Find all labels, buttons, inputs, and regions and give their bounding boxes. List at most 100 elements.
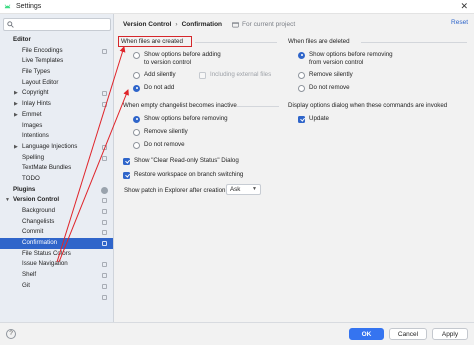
sidebar-item-live-templates[interactable]: Live Templates bbox=[0, 56, 113, 67]
sidebar-item-changelists[interactable]: Changelists bbox=[0, 217, 113, 228]
project-settings-icon bbox=[102, 155, 107, 161]
sidebar-item-inlay-hints[interactable]: ▶ Inlay Hints bbox=[0, 99, 113, 110]
checkbox[interactable] bbox=[123, 171, 130, 179]
empty-changelist-title: When empty changelist becomes inactive bbox=[123, 102, 237, 109]
radio-button[interactable] bbox=[298, 51, 305, 59]
sidebar-item-background[interactable]: Background bbox=[0, 206, 113, 217]
deleted-do-not-remove-radio[interactable]: Do not remove bbox=[298, 84, 350, 92]
changelist-remove-silently-radio[interactable]: Remove silently bbox=[133, 128, 188, 136]
sidebar-item-label: Confirmation bbox=[22, 239, 58, 247]
sidebar-item-label: Layout Editor bbox=[22, 78, 59, 86]
project-settings-icon bbox=[102, 294, 107, 300]
including-external-label: Including external files bbox=[210, 71, 272, 78]
project-icon bbox=[232, 21, 239, 27]
sidebar-item-todo[interactable]: TODO bbox=[0, 174, 113, 185]
project-scope-label: For current project bbox=[242, 20, 296, 28]
created-do-not-add-radio[interactable]: Do not add bbox=[133, 84, 174, 92]
deleted-remove-silently-radio[interactable]: Remove silently bbox=[298, 71, 353, 79]
sidebar-item-images[interactable]: Images bbox=[0, 121, 113, 132]
sidebar-item-file-encodings[interactable]: File Encodings bbox=[0, 46, 113, 57]
sidebar-item-label: Inlay Hints bbox=[22, 100, 51, 108]
settings-tree: Editor File Encodings Live Templates File T… bbox=[0, 35, 113, 303]
ok-button[interactable]: OK bbox=[349, 328, 384, 340]
sidebar-item-issue-navigation[interactable]: Issue Navigation bbox=[0, 259, 113, 270]
deleted-show-options-radio[interactable]: Show options before removing from version… bbox=[298, 51, 393, 66]
sidebar-item-plugins[interactable]: Plugins bbox=[0, 185, 113, 196]
chevron-down-icon[interactable]: ▼ bbox=[5, 195, 10, 206]
project-settings-icon bbox=[102, 230, 107, 236]
breadcrumb: Version Control › Confirmation For curre… bbox=[123, 18, 295, 30]
sidebar-item-editor[interactable]: Editor bbox=[0, 35, 113, 46]
deleted-show-options-label: Show options before removing from version… bbox=[309, 51, 393, 66]
sidebar-item-confirmation[interactable]: Confirmation bbox=[0, 238, 113, 249]
radio-button[interactable] bbox=[133, 141, 140, 149]
sidebar-item-layout-editor[interactable]: Layout Editor bbox=[0, 78, 113, 89]
project-scope-note: For current project bbox=[232, 21, 295, 28]
sidebar-item-spelling[interactable]: Spelling bbox=[0, 153, 113, 164]
title-bar: Settings ✕ bbox=[0, 0, 474, 14]
created-show-options-radio[interactable]: Show options before adding to version con… bbox=[133, 51, 221, 66]
breadcrumb-parent[interactable]: Version Control bbox=[123, 21, 171, 28]
close-icon[interactable]: ✕ bbox=[460, 1, 468, 12]
including-external-checkbox[interactable]: Including external files bbox=[199, 71, 271, 79]
chevron-right-icon[interactable]: ▶ bbox=[14, 99, 18, 110]
search-icon bbox=[7, 21, 14, 28]
clear-readonly-checkbox[interactable]: Show "Clear Read-only Status" Dialog bbox=[123, 157, 239, 165]
changelist-show-options-radio[interactable]: Show options before removing bbox=[133, 115, 228, 123]
checkbox[interactable] bbox=[199, 71, 206, 79]
checkbox[interactable] bbox=[123, 157, 130, 165]
patch-dropdown[interactable]: Ask ▼ bbox=[226, 184, 261, 195]
sidebar-item-intentions[interactable]: Intentions bbox=[0, 131, 113, 142]
checkbox[interactable] bbox=[298, 115, 305, 123]
help-icon[interactable]: ? bbox=[6, 329, 16, 339]
sidebar-item-label: TODO bbox=[22, 174, 40, 182]
radio-button[interactable] bbox=[133, 128, 140, 136]
sidebar-item-more[interactable] bbox=[0, 292, 113, 303]
empty-changelist-divider bbox=[237, 106, 279, 107]
sidebar-item-version-control[interactable]: ▼ Version Control bbox=[0, 195, 113, 206]
apply-button[interactable]: Apply bbox=[432, 328, 468, 340]
files-created-title: When files are created bbox=[121, 38, 183, 45]
reset-link[interactable]: Reset bbox=[451, 19, 468, 26]
chevron-right-icon[interactable]: ▶ bbox=[14, 110, 18, 121]
sidebar-item-label: File Encodings bbox=[22, 46, 63, 54]
created-add-silently-label: Add silently bbox=[144, 71, 176, 78]
chevron-right-icon[interactable]: ▶ bbox=[14, 142, 18, 153]
files-deleted-divider bbox=[361, 42, 467, 43]
sidebar-item-language-injections[interactable]: ▶ Language Injections bbox=[0, 142, 113, 153]
radio-button[interactable] bbox=[298, 84, 305, 92]
display-dialog-title: Display options dialog when these comman… bbox=[288, 102, 448, 109]
chevron-right-icon[interactable]: ▶ bbox=[14, 88, 18, 99]
project-settings-icon bbox=[102, 241, 107, 247]
sidebar-item-label: Copyright bbox=[22, 89, 49, 97]
sidebar-item-file-status-colors[interactable]: File Status Colors bbox=[0, 249, 113, 260]
sidebar-item-file-types[interactable]: File Types bbox=[0, 67, 113, 78]
changelist-show-options-label: Show options before removing bbox=[144, 115, 228, 122]
created-add-silently-radio[interactable]: Add silently bbox=[133, 71, 176, 79]
restore-workspace-label: Restore workspace on branch switching bbox=[134, 171, 244, 178]
sidebar-item-commit[interactable]: Commit bbox=[0, 227, 113, 238]
changelist-do-not-remove-radio[interactable]: Do not remove bbox=[133, 141, 185, 149]
sidebar-item-label: Emmet bbox=[22, 110, 42, 118]
restore-workspace-checkbox[interactable]: Restore workspace on branch switching bbox=[123, 171, 243, 179]
sidebar-item-label: Issue Navigation bbox=[22, 260, 68, 268]
radio-button[interactable] bbox=[133, 51, 140, 59]
update-checkbox[interactable]: Update bbox=[298, 115, 329, 123]
project-settings-icon bbox=[102, 262, 107, 268]
sidebar-item-label: Spelling bbox=[22, 153, 45, 161]
radio-button[interactable] bbox=[133, 115, 140, 123]
radio-button[interactable] bbox=[298, 71, 305, 79]
sidebar-item-textmate-bundles[interactable]: TextMate Bundles bbox=[0, 163, 113, 174]
created-do-not-add-label: Do not add bbox=[144, 84, 175, 91]
sidebar-item-git[interactable]: Git bbox=[0, 281, 113, 292]
cancel-button[interactable]: Cancel bbox=[389, 328, 427, 340]
sidebar-item-label: File Status Colors bbox=[22, 249, 71, 257]
radio-button[interactable] bbox=[133, 84, 140, 92]
sidebar-item-shelf[interactable]: Shelf bbox=[0, 270, 113, 281]
sidebar-item-copyright[interactable]: ▶ Copyright bbox=[0, 88, 113, 99]
project-settings-icon bbox=[102, 273, 107, 279]
radio-button[interactable] bbox=[133, 71, 140, 79]
search-input[interactable] bbox=[3, 18, 111, 31]
sidebar-item-emmet[interactable]: ▶ Emmet bbox=[0, 110, 113, 121]
project-settings-icon bbox=[102, 48, 107, 54]
